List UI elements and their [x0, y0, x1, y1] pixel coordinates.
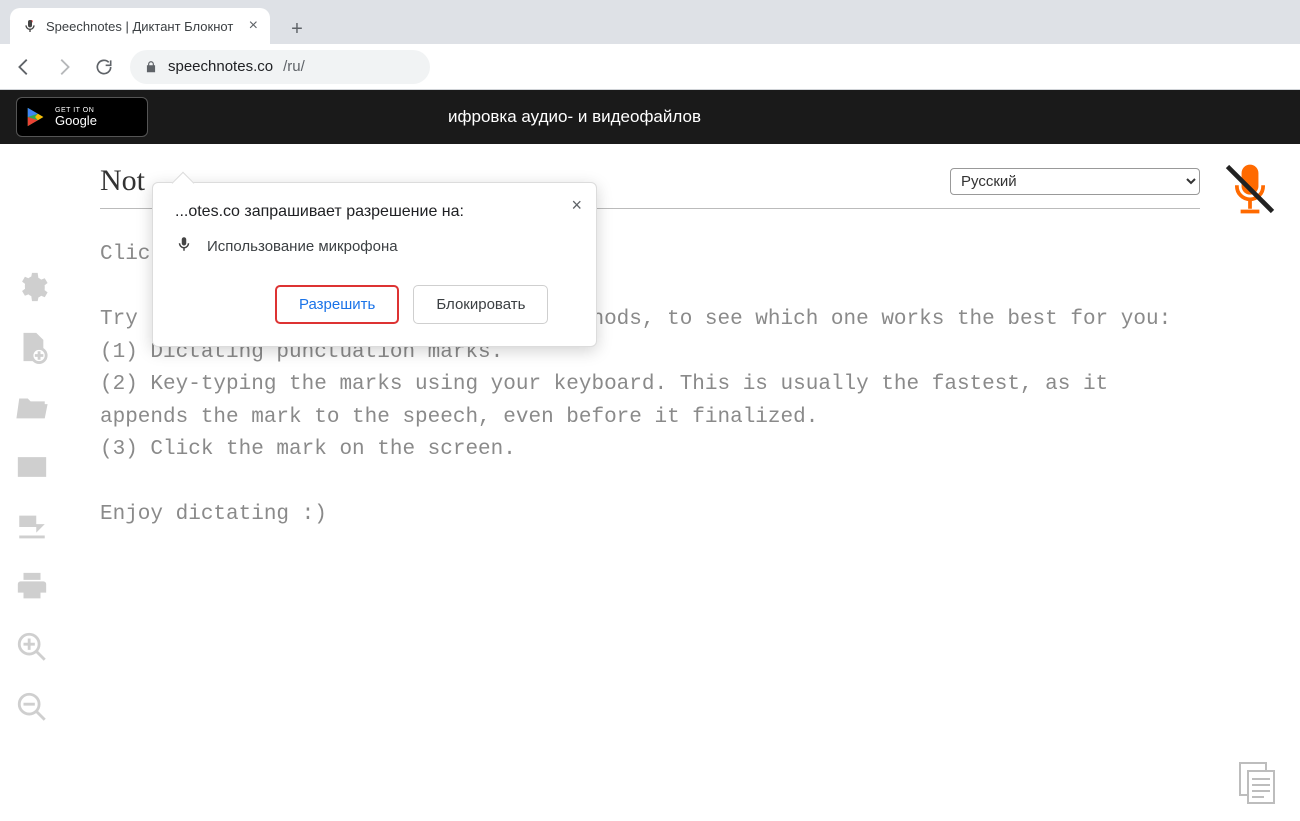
zoom-in-icon[interactable]: [15, 630, 49, 664]
reload-button[interactable]: [90, 53, 118, 81]
tab-favicon-mic-icon: [22, 18, 38, 34]
permission-popup: × ...otes.co запрашивает разрешение на: …: [152, 182, 597, 347]
browser-tab[interactable]: Speechnotes | Диктант Блокнот ×: [10, 8, 270, 44]
lock-icon: [144, 60, 158, 74]
browser-chrome: Speechnotes | Диктант Блокнот × + speech…: [0, 0, 1300, 90]
popup-title: ...otes.co запрашивает разрешение на:: [175, 203, 574, 221]
banner-link[interactable]: ифровка аудио- и видеофайлов: [448, 107, 701, 127]
print-icon[interactable]: [15, 570, 49, 604]
settings-icon[interactable]: [15, 270, 49, 304]
google-play-badge[interactable]: GET IT ON Google: [16, 97, 148, 137]
url-host: speechnotes.co: [168, 58, 273, 75]
language-select[interactable]: Русский: [950, 168, 1200, 195]
forward-button[interactable]: [50, 53, 78, 81]
tab-close-icon[interactable]: ×: [249, 17, 258, 35]
site-content: GET IT ON Google ифровка аудио- и видеоф…: [0, 90, 1300, 821]
popup-close-icon[interactable]: ×: [571, 195, 582, 216]
block-button[interactable]: Блокировать: [413, 285, 548, 324]
tab-bar: Speechnotes | Диктант Блокнот × +: [0, 0, 1300, 44]
popup-mic-label: Использование микрофона: [207, 238, 398, 255]
browser-toolbar: speechnotes.co/ru/: [0, 44, 1300, 90]
address-bar[interactable]: speechnotes.co/ru/: [130, 50, 430, 84]
tab-title: Speechnotes | Диктант Блокнот: [46, 19, 241, 34]
new-doc-icon[interactable]: [15, 330, 49, 364]
mail-icon[interactable]: [15, 450, 49, 484]
new-tab-button[interactable]: +: [282, 14, 312, 44]
url-path: /ru/: [283, 58, 305, 75]
zoom-out-icon[interactable]: [15, 690, 49, 724]
back-button[interactable]: [10, 53, 38, 81]
export-icon[interactable]: [15, 510, 49, 544]
open-folder-icon[interactable]: [15, 390, 49, 424]
dictate-mic-button[interactable]: [1220, 159, 1280, 219]
google-play-icon: [25, 106, 47, 128]
microphone-icon: [175, 235, 193, 257]
left-toolbar: [10, 270, 54, 724]
top-banner: GET IT ON Google ифровка аудио- и видеоф…: [0, 90, 1300, 144]
copy-docs-icon[interactable]: [1234, 759, 1282, 807]
popup-permission-row: Использование микрофона: [175, 235, 574, 257]
allow-button[interactable]: Разрешить: [275, 285, 399, 324]
google-play-big-text: Google: [55, 114, 97, 127]
